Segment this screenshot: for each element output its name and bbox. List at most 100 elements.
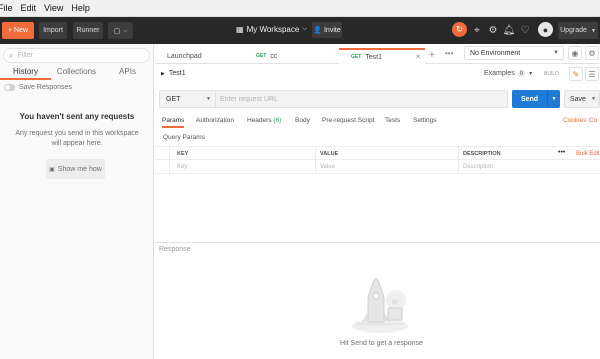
empty-history-description: Any request you send in this workspace w… xyxy=(15,130,139,147)
filter-input[interactable]: ⌕ Filter xyxy=(3,48,150,63)
save-label: Save xyxy=(570,95,586,103)
table-row: Key Value Description xyxy=(155,160,600,174)
examples-dropdown[interactable]: Examples 0 ▼ xyxy=(484,70,533,77)
send-button[interactable]: Send ▼ xyxy=(512,90,560,108)
tab-collections[interactable]: Collections xyxy=(51,66,102,80)
document-icon[interactable]: ☰ xyxy=(585,67,599,81)
search-icon: ⌕ xyxy=(9,50,14,60)
bulk-edit-link[interactable]: Bulk Edit xyxy=(576,147,600,161)
plus-icon: + xyxy=(7,27,13,34)
response-label: Response xyxy=(159,246,191,253)
tab-headers[interactable]: Headers (6) xyxy=(247,116,281,126)
tab-authorization[interactable]: Authorization xyxy=(196,116,234,126)
column-value: VALUE xyxy=(320,151,339,157)
workspace-switcher[interactable]: ▦ My Workspace ⌵ xyxy=(236,25,307,34)
sync-icon[interactable]: ↻ xyxy=(452,22,467,37)
tab-params[interactable]: Params xyxy=(162,116,185,128)
tab-tests[interactable]: Tests xyxy=(385,116,400,126)
tab-label: Launchpad xyxy=(167,52,202,60)
more-tabs-icon[interactable]: ••• xyxy=(445,49,453,58)
url-input[interactable]: Enter request URL xyxy=(215,90,508,108)
menu-view[interactable]: View xyxy=(40,3,67,13)
method-select[interactable]: GET ▼ xyxy=(159,90,215,108)
invite-label: Invite xyxy=(323,26,341,34)
column-divider xyxy=(458,160,459,174)
chevron-down-icon: ▼ xyxy=(553,50,559,56)
filter-placeholder: Filter xyxy=(17,52,34,59)
tab-apis[interactable]: APIs xyxy=(102,66,153,80)
code-link[interactable]: Co xyxy=(589,116,597,126)
gear-icon[interactable]: ⚙ xyxy=(585,46,599,60)
method-badge: GET xyxy=(256,53,267,59)
tab-launchpad[interactable]: Launchpad xyxy=(155,48,243,64)
new-button[interactable]: + New xyxy=(2,22,34,39)
key-input[interactable]: Key xyxy=(177,160,187,174)
show-me-how-button[interactable]: ▣ Show me how xyxy=(46,159,105,179)
response-divider[interactable] xyxy=(155,242,600,243)
description-input[interactable]: Description xyxy=(463,160,493,174)
chevron-down-icon: ▼ xyxy=(528,70,534,77)
save-responses-toggle[interactable]: Save Responses xyxy=(4,84,72,91)
tab-request-test1[interactable]: GET Test1 ✕ xyxy=(339,48,425,64)
tab-body[interactable]: Body xyxy=(295,116,310,126)
chevron-down-icon: ▼ xyxy=(591,96,596,102)
play-icon: ▣ xyxy=(49,166,55,173)
value-input[interactable]: Value xyxy=(320,160,335,174)
save-button[interactable]: Save ▼ xyxy=(564,90,600,108)
method-badge: GET xyxy=(351,54,362,60)
toggle-switch[interactable] xyxy=(4,84,15,91)
examples-count: 0 xyxy=(517,70,526,77)
import-button[interactable]: Import xyxy=(39,22,67,39)
top-toolbar: + New Import Runner ▢ ⌵ ▦ My Workspace ⌵… xyxy=(0,17,600,44)
user-plus-icon: 👤 xyxy=(313,27,322,34)
table-header: KEY VALUE DESCRIPTION ••• Bulk Edit xyxy=(155,146,600,161)
menu-help[interactable]: Help xyxy=(67,3,94,13)
chevron-down-icon: ▼ xyxy=(590,27,596,34)
tab-request-cc[interactable]: GET cc xyxy=(244,48,338,64)
url-placeholder: Enter request URL xyxy=(220,95,278,103)
environment-select[interactable]: No Environment ▼ xyxy=(464,46,564,60)
request-name[interactable]: ▶ Test1 xyxy=(161,70,186,77)
window-icon: ▢ xyxy=(113,27,121,35)
eye-icon[interactable]: ◉ xyxy=(568,46,582,60)
tab-settings[interactable]: Settings xyxy=(413,116,437,126)
examples-label: Examples xyxy=(484,70,515,77)
cookies-link[interactable]: Cookies xyxy=(563,116,586,126)
heart-icon[interactable]: ♡ xyxy=(518,23,532,37)
bell-icon[interactable]: 🔔︎ xyxy=(502,23,516,37)
add-tab-icon[interactable]: + xyxy=(429,50,435,61)
invite-button[interactable]: 👤 Invite xyxy=(312,22,342,38)
upgrade-button[interactable]: Upgrade ▼ xyxy=(558,22,598,39)
runner-button[interactable]: Runner xyxy=(73,22,103,39)
request-subtabs: Params Authorization Headers (6) Body Pr… xyxy=(155,116,600,130)
chevron-down-icon: ⌵ xyxy=(302,26,307,32)
build-label: BUILD xyxy=(544,71,559,77)
tab-label: cc xyxy=(270,52,278,60)
menu-edit[interactable]: Edit xyxy=(17,3,41,13)
avatar[interactable]: ● xyxy=(538,22,553,37)
chevron-down-icon[interactable]: ▼ xyxy=(547,90,560,108)
headers-label: Headers xyxy=(247,117,272,124)
app-window: File Edit View Help + New Import Runner … xyxy=(0,0,600,359)
request-name-label: Test1 xyxy=(168,70,186,77)
close-icon[interactable]: ✕ xyxy=(415,53,421,61)
column-divider xyxy=(315,160,316,174)
sidebar: ⌕ Filter History Collections APIs Save R… xyxy=(0,44,154,359)
url-bar: GET ▼ Enter request URL xyxy=(159,90,508,108)
menu-file[interactable]: File xyxy=(0,3,17,13)
gear-icon[interactable]: ⚙ xyxy=(486,23,500,37)
tab-prerequest-script[interactable]: Pre-request Script xyxy=(322,116,374,126)
headers-count: (6) xyxy=(273,117,282,124)
more-icon[interactable]: ••• xyxy=(558,147,565,159)
empty-history-title: You haven't sent any requests xyxy=(19,112,135,121)
save-responses-label: Save Responses xyxy=(19,84,72,91)
chevron-down-icon: ⌵ xyxy=(123,27,128,34)
column-divider xyxy=(315,147,316,161)
tab-label: Test1 xyxy=(365,53,383,61)
tab-history[interactable]: History xyxy=(0,66,51,80)
new-window-button[interactable]: ▢ ⌵ xyxy=(108,22,133,39)
method-label: GET xyxy=(166,95,181,103)
pencil-icon[interactable]: ✎ xyxy=(569,67,583,81)
menu-bar: File Edit View Help xyxy=(0,0,600,17)
satellite-icon[interactable]: ⌖ xyxy=(470,23,484,37)
